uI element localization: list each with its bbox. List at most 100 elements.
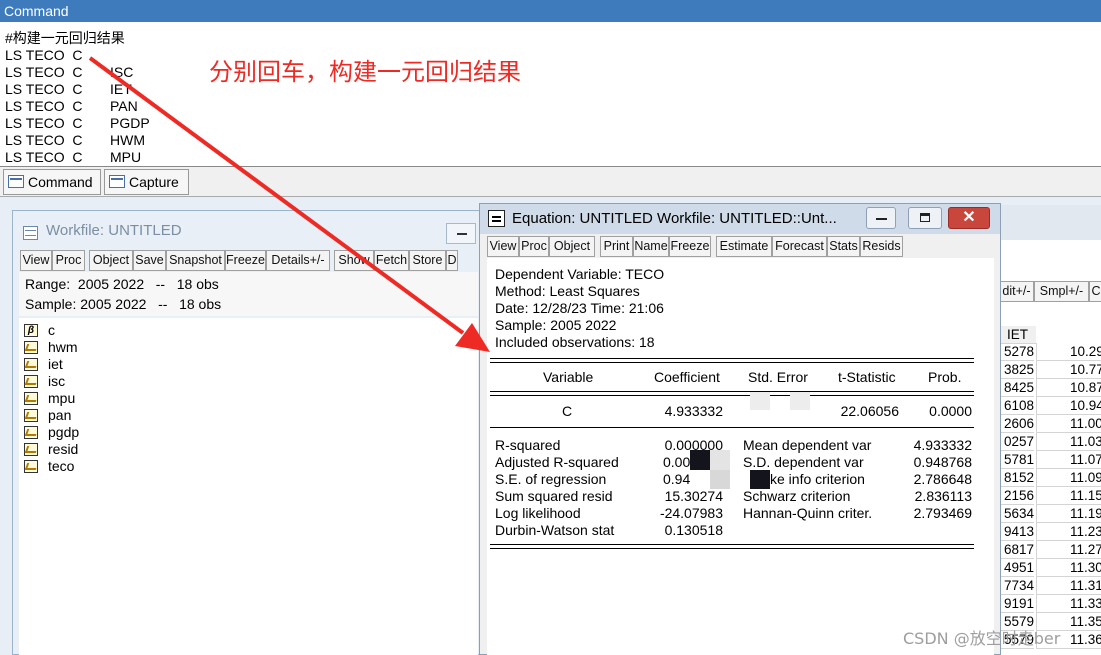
workfile-object-name: isc	[48, 373, 66, 389]
table-cell[interactable]: 11.23	[1036, 523, 1101, 541]
workfile-object-name: c	[48, 322, 55, 338]
stat-value: 2.836113	[914, 488, 972, 504]
equation-header-line: Sample: 2005 2022	[495, 317, 617, 333]
stat-label: Adjusted R-squared	[495, 454, 619, 470]
command-arg: PGDP	[110, 115, 150, 131]
tbl-toolbar-smpl[interactable]: Smpl+/-	[1034, 281, 1089, 302]
table-cell[interactable]: 11.30	[1036, 559, 1101, 577]
table-cell[interactable]: 11.31	[1036, 577, 1101, 595]
table-cell[interactable]: 11.09	[1036, 469, 1101, 487]
redaction	[690, 450, 710, 470]
workfile-range: Range: 2005 2022 -- 18 obs	[25, 276, 219, 292]
toolbar-button-proc[interactable]: Proc	[519, 236, 549, 257]
table-cell[interactable]: 11.33	[1036, 595, 1101, 613]
toolbar-button-d[interactable]: D	[446, 250, 458, 271]
close-icon: ✕	[962, 209, 976, 226]
table-cell[interactable]: 10.94	[1036, 397, 1101, 415]
toolbar-button-proc[interactable]: Proc	[52, 250, 85, 271]
table-cell[interactable]: 7734	[999, 577, 1034, 595]
toolbar-button-show[interactable]: Show	[334, 250, 374, 271]
table-cell[interactable]: 11.00	[1036, 415, 1101, 433]
toolbar-button-details-[interactable]: Details+/-	[266, 250, 330, 271]
toolbar-button-name[interactable]: Name	[633, 236, 669, 257]
command-line: LS TECO C	[5, 47, 83, 64]
table-cell[interactable]: 3825	[999, 361, 1034, 379]
toolbar-button-stats[interactable]: Stats	[827, 236, 860, 257]
series-icon	[24, 358, 38, 371]
toolbar-button-snapshot[interactable]: Snapshot	[166, 250, 225, 271]
toolbar-button-resids[interactable]: Resids	[860, 236, 903, 257]
toolbar-button-freeze[interactable]: Freeze	[669, 236, 711, 257]
toolbar-button-object[interactable]: Object	[549, 236, 595, 257]
workfile-minimize-button[interactable]	[446, 223, 476, 244]
equation-header-line: Included observations: 18	[495, 334, 655, 350]
series-icon	[24, 375, 38, 388]
table-cell[interactable]: 4951	[999, 559, 1034, 577]
table-cell[interactable]: 11.07	[1036, 451, 1101, 469]
command-line: LS TECO C HWM	[5, 132, 145, 149]
table-cell[interactable]: 11.19	[1036, 505, 1101, 523]
table-cell[interactable]: 8425	[999, 379, 1034, 397]
toolbar-button-view[interactable]: View	[487, 236, 519, 257]
toolbar-button-store[interactable]: Store	[409, 250, 446, 271]
minimize-button[interactable]	[866, 207, 896, 229]
equation-title: Equation: UNTITLED Workfile: UNTITLED::U…	[512, 210, 837, 227]
tbl-column-header: IET	[999, 326, 1036, 344]
table-cell[interactable]: 6108	[999, 397, 1034, 415]
table-cell[interactable]: 5781	[999, 451, 1034, 469]
toolbar-button-view[interactable]: View	[20, 250, 52, 271]
table-cell[interactable]: 2156	[999, 487, 1034, 505]
toolbar-button-freeze[interactable]: Freeze	[225, 250, 266, 271]
toolbar-button-save[interactable]: Save	[133, 250, 166, 271]
command-arg: MPU	[110, 149, 142, 165]
command-text: LS TECO C	[5, 149, 83, 165]
command-line: LS TECO C PGDP	[5, 115, 150, 132]
workfile-object-name: iet	[48, 356, 63, 372]
table-cell[interactable]: 8152	[999, 469, 1034, 487]
command-text: LS TECO C	[5, 98, 83, 114]
stat-value: 0.94	[663, 471, 691, 487]
tab-capture[interactable]: Capture	[104, 169, 189, 195]
minimize-icon	[876, 218, 887, 220]
tab-command[interactable]: Command	[3, 169, 101, 195]
redaction	[710, 470, 730, 489]
table-cell[interactable]: 5634	[999, 505, 1034, 523]
workfile-icon	[23, 226, 38, 240]
redaction	[750, 392, 770, 410]
table-cell[interactable]: 5278	[999, 343, 1034, 361]
stat-label: S.D. dependent var	[743, 454, 864, 470]
table-cell[interactable]: 6817	[999, 541, 1034, 559]
watermark: CSDN @放空时走ber	[903, 629, 1061, 648]
tbl-toolbar-c[interactable]: C	[1089, 281, 1101, 302]
command-line: LS TECO C IET	[5, 81, 132, 98]
table-cell[interactable]: 2606	[999, 415, 1034, 433]
toolbar-button-estimate[interactable]: Estimate	[716, 236, 772, 257]
divider	[490, 391, 974, 392]
table-cell[interactable]: 11.27	[1036, 541, 1101, 559]
command-text: LS TECO C	[5, 47, 83, 63]
table-cell[interactable]: 10.77	[1036, 361, 1101, 379]
table-cell[interactable]: 11.15	[1036, 487, 1101, 505]
toolbar-button-print[interactable]: Print	[600, 236, 633, 257]
tbl-toolbar-edit[interactable]: dit+/-	[999, 281, 1034, 302]
workfile-object-name: mpu	[48, 390, 76, 406]
toolbar-button-forecast[interactable]: Forecast	[772, 236, 827, 257]
table-cell[interactable]: 11.03	[1036, 433, 1101, 451]
table-cell[interactable]: 10.87	[1036, 379, 1101, 397]
command-window-titlebar: Command	[0, 0, 1101, 22]
stat-value: 2.793469	[913, 505, 972, 521]
maximize-button[interactable]	[908, 207, 942, 229]
stat-value: 4.933332	[913, 437, 972, 453]
command-arg: PAN	[110, 98, 138, 114]
close-button[interactable]: ✕	[948, 207, 990, 229]
command-input-area[interactable]: #构建一元回归结果 LS TECO C LS TECO C ISC LS TECO CI…	[0, 22, 1101, 166]
table-cell[interactable]: 9191	[999, 595, 1034, 613]
table-cell[interactable]: 0257	[999, 433, 1034, 451]
table-cell[interactable]: 9413	[999, 523, 1034, 541]
toolbar-button-fetch[interactable]: Fetch	[374, 250, 409, 271]
stat-label: Schwarz criterion	[743, 488, 851, 504]
command-tab-bar: Command Capture	[0, 166, 1101, 197]
table-cell[interactable]: 10.29	[1036, 343, 1101, 361]
divider	[490, 362, 974, 363]
toolbar-button-object[interactable]: Object	[89, 250, 133, 271]
